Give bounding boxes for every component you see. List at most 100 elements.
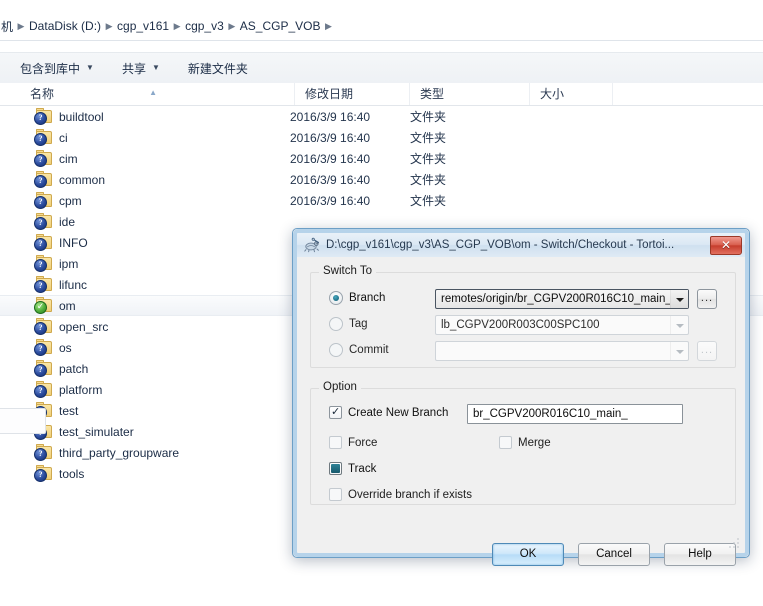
breadcrumb[interactable]: 机 ▶ DataDisk (D:) ▶ cgp_v161 ▶ cgp_v3 ▶ … (0, 18, 333, 35)
force-label: Force (348, 436, 378, 449)
breadcrumb-item-0[interactable]: 机 (1, 18, 16, 35)
branch-radio-label: Branch (349, 292, 386, 304)
column-header-name[interactable]: 名称 ▲ (20, 83, 295, 105)
breadcrumb-item-3[interactable]: cgp_v3 (182, 19, 227, 33)
file-date-cell: 2016/3/9 16:40 (290, 130, 371, 145)
column-header-label: 类型 (420, 87, 445, 101)
overlay-question-icon: ? (34, 216, 47, 230)
folder-unversioned-icon: ? (34, 170, 52, 188)
commit-combobox[interactable] (435, 341, 689, 361)
chevron-down-icon[interactable] (670, 342, 688, 360)
checkbox-indicator-create-new-branch[interactable] (329, 405, 342, 419)
commit-radio[interactable]: Commit (329, 343, 389, 357)
folder-unversioned-icon: ? (34, 254, 52, 272)
folder-unversioned-icon: ? (34, 107, 52, 125)
force-checkbox[interactable]: Force (329, 436, 377, 449)
folder-unversioned-icon: ? (34, 359, 52, 377)
toolbar-item-new-folder[interactable]: 新建文件夹 (180, 57, 256, 80)
tag-radio-label: Tag (349, 318, 368, 330)
switch-to-group: Switch To Branch remotes/origin/br_CGPV2… (310, 265, 736, 368)
file-name-cell: ? open_src (0, 317, 290, 335)
file-type-cell: 文件夹 (410, 110, 447, 124)
toolbar-item-share[interactable]: 共享 ▼ (114, 57, 168, 80)
chevron-down-icon: ▼ (151, 63, 160, 72)
ok-button[interactable]: OK (492, 543, 564, 566)
override-branch-checkbox[interactable]: Override branch if exists (329, 488, 472, 501)
column-header-size[interactable]: 大小 (530, 83, 613, 105)
file-name-label: ide (59, 214, 76, 229)
checkbox-indicator-track[interactable] (329, 462, 342, 475)
file-name-cell: ? common (0, 170, 290, 188)
screen: 机 ▶ DataDisk (D:) ▶ cgp_v161 ▶ cgp_v3 ▶ … (0, 0, 763, 606)
checkbox-indicator-merge[interactable] (499, 436, 512, 449)
folder-unversioned-icon: ? (34, 380, 52, 398)
address-bar[interactable]: 机 ▶ DataDisk (D:) ▶ cgp_v161 ▶ cgp_v3 ▶ … (0, 12, 763, 41)
column-header-date-modified[interactable]: 修改日期 (295, 83, 410, 105)
file-row[interactable]: ? ci 2016/3/9 16:40 文件夹 (0, 127, 763, 148)
folder-unversioned-icon: ? (34, 128, 52, 146)
tag-radio[interactable]: Tag (329, 317, 368, 331)
file-date-cell: 2016/3/9 16:40 (290, 109, 371, 124)
tortoisegit-icon (303, 237, 321, 253)
breadcrumb-item-4[interactable]: AS_CGP_VOB (237, 19, 324, 33)
switch-checkout-dialog: D:\cgp_v161\cgp_v3\AS_CGP_VOB\om - Switc… (292, 228, 750, 566)
resize-grip[interactable] (728, 537, 740, 549)
chevron-down-icon[interactable] (670, 290, 688, 308)
file-name-label: platform (59, 382, 103, 397)
breadcrumb-item-2[interactable]: cgp_v161 (114, 19, 172, 33)
file-name-cell: ? platform (0, 380, 290, 398)
file-name-label: common (59, 172, 106, 187)
branch-radio[interactable]: Branch (329, 291, 385, 305)
overlay-question-icon: ? (34, 363, 47, 377)
file-row[interactable]: ? cpm 2016/3/9 16:40 文件夹 (0, 190, 763, 211)
toolbar-item-label: 共享 (121, 61, 146, 76)
help-button[interactable]: Help (664, 543, 736, 566)
checkbox-indicator-override[interactable] (329, 488, 342, 501)
file-name-label: ipm (59, 256, 79, 271)
file-name-cell: ? ipm (0, 254, 290, 272)
close-button[interactable]: ✕ (710, 235, 742, 255)
file-name-label: cpm (59, 193, 82, 208)
commit-radio-label: Commit (349, 344, 389, 356)
override-branch-label: Override branch if exists (348, 488, 472, 501)
radio-indicator-commit[interactable] (329, 343, 343, 357)
file-row[interactable]: ? common 2016/3/9 16:40 文件夹 (0, 169, 763, 190)
folder-unversioned-icon: ? (34, 275, 52, 293)
checkbox-indicator-force[interactable] (329, 436, 342, 449)
file-name-cell: ? lifunc (0, 275, 290, 293)
toolbar-item-include-in-library[interactable]: 包含到库中 ▼ (12, 57, 102, 80)
file-name-cell: ? ci (0, 128, 290, 146)
radio-indicator-tag[interactable] (329, 317, 343, 331)
chevron-down-icon: ▼ (86, 63, 94, 72)
tag-combobox[interactable]: lb_CGPV200R003C00SPC100 (435, 315, 689, 335)
file-name-label: tools (59, 466, 85, 481)
new-branch-name-input[interactable]: br_CGPV200R016C10_main_ (467, 404, 683, 424)
branch-browse-button[interactable]: ... (697, 289, 717, 309)
dialog-title-bar[interactable]: D:\cgp_v161\cgp_v3\AS_CGP_VOB\om - Switc… (297, 233, 745, 257)
file-name-label: patch (59, 361, 89, 376)
cancel-button[interactable]: Cancel (578, 543, 650, 566)
file-row[interactable]: ? cim 2016/3/9 16:40 文件夹 (0, 148, 763, 169)
branch-combobox[interactable]: remotes/origin/br_CGPV200R016C10_main_ (435, 289, 689, 309)
column-header-type[interactable]: 类型 (410, 83, 530, 105)
track-label: Track (348, 462, 377, 475)
file-name-cell: ? buildtool (0, 107, 290, 125)
merge-checkbox[interactable]: Merge (499, 436, 551, 449)
file-row[interactable]: ? buildtool 2016/3/9 16:40 文件夹 (0, 106, 763, 127)
file-name-label: ci (59, 130, 68, 145)
breadcrumb-item-1[interactable]: DataDisk (D:) (26, 19, 104, 33)
folder-unversioned-icon: ? (34, 338, 52, 356)
chevron-down-icon[interactable] (670, 316, 688, 334)
overlay-question-icon: ? (34, 279, 47, 293)
file-date-cell: 2016/3/9 16:40 (290, 193, 371, 208)
create-new-branch-checkbox[interactable]: Create New Branch (329, 405, 448, 419)
nav-pane-nub[interactable] (0, 408, 46, 434)
file-name-cell: ? os (0, 338, 290, 356)
commit-browse-button[interactable]: ... (697, 341, 717, 361)
overlay-question-icon: ? (34, 321, 47, 335)
file-name-cell: ? INFO (0, 233, 290, 251)
close-icon: ✕ (720, 237, 732, 252)
track-checkbox[interactable]: Track (329, 462, 376, 475)
file-name-label: open_src (59, 319, 109, 334)
radio-indicator-branch[interactable] (329, 291, 343, 305)
